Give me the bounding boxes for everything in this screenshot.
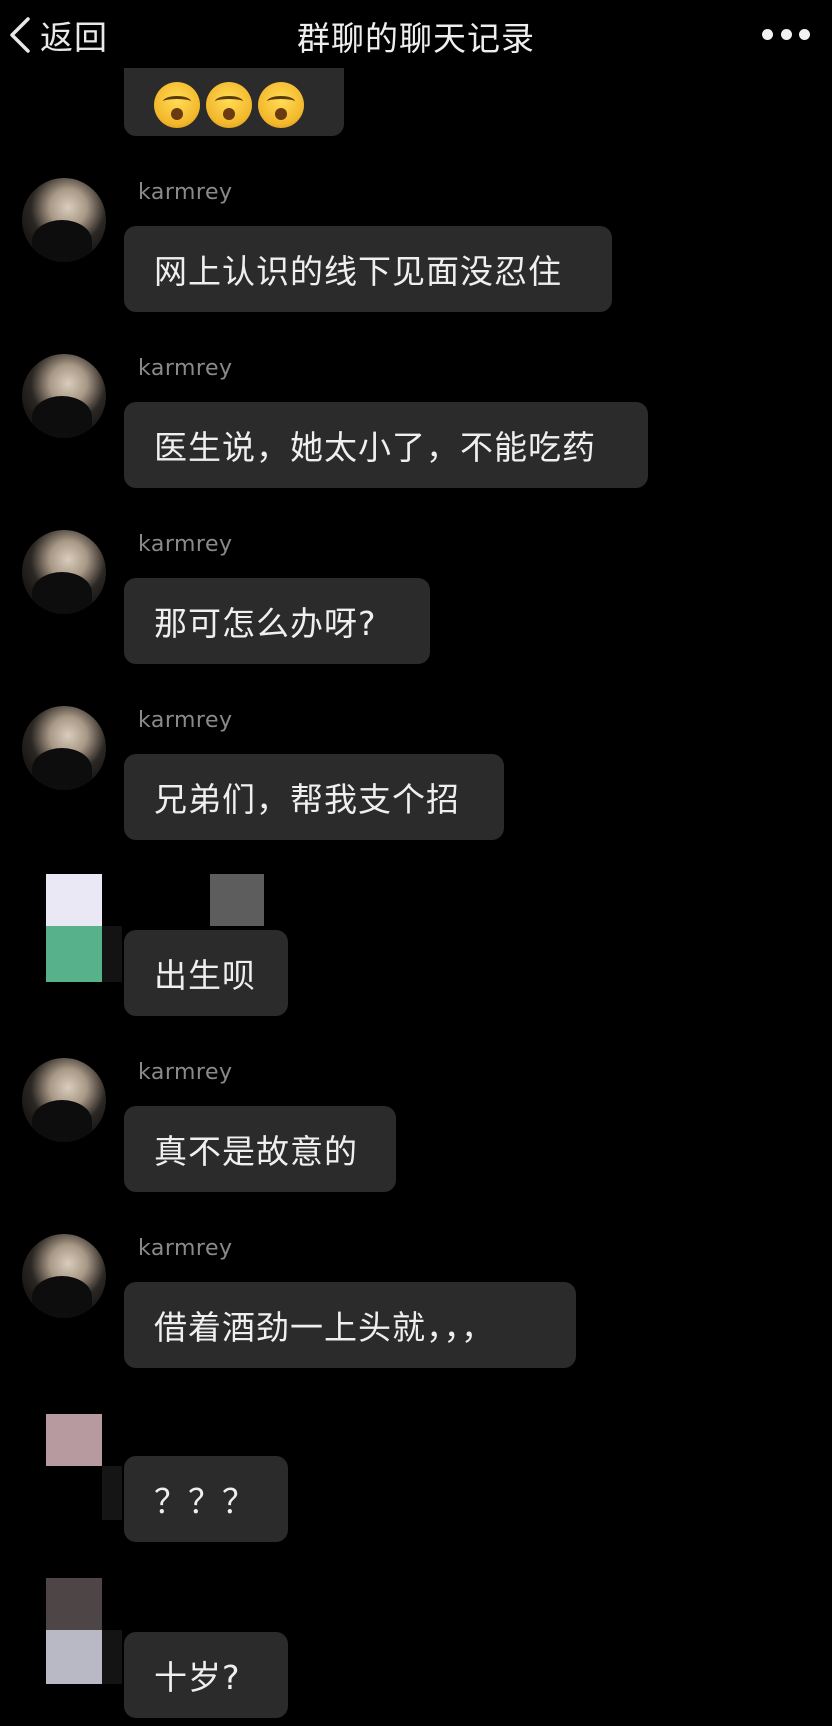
message-bubble[interactable]: ？？？ bbox=[124, 1456, 288, 1542]
pixelated-avatar bbox=[102, 926, 122, 982]
sender-name: karmrey bbox=[138, 1236, 233, 1261]
message-bubble-emoji[interactable] bbox=[124, 68, 344, 136]
message-bubble[interactable]: 网上认识的线下见面没忍住 bbox=[124, 226, 612, 312]
more-dot bbox=[799, 28, 810, 40]
pixelated-avatar bbox=[46, 1630, 102, 1684]
crying-face-icon bbox=[206, 82, 252, 128]
message-bubble[interactable]: 十岁? bbox=[124, 1632, 288, 1718]
sender-name: karmrey bbox=[138, 180, 233, 205]
message-bubble[interactable]: 医生说，她太小了，不能吃药 bbox=[124, 402, 648, 488]
pixelated-avatar[interactable] bbox=[46, 1414, 102, 1466]
avatar[interactable] bbox=[22, 354, 106, 438]
avatar[interactable] bbox=[22, 1234, 106, 1318]
message-bubble[interactable]: 借着酒劲一上头就，，， bbox=[124, 1282, 576, 1368]
more-dot bbox=[780, 28, 792, 40]
avatar[interactable] bbox=[22, 178, 106, 262]
message-bubble[interactable]: 兄弟们，帮我支个招 bbox=[124, 754, 504, 840]
pixelated-avatar bbox=[102, 1466, 122, 1520]
pixelated-avatar bbox=[102, 1630, 122, 1684]
more-button[interactable] bbox=[762, 20, 810, 48]
sender-name: karmrey bbox=[138, 708, 233, 733]
avatar[interactable] bbox=[22, 1058, 106, 1142]
avatar[interactable] bbox=[22, 706, 106, 790]
avatar[interactable] bbox=[22, 530, 106, 614]
sender-name: karmrey bbox=[138, 356, 233, 381]
sender-name: karmrey bbox=[138, 1060, 233, 1085]
emoji-row bbox=[154, 82, 304, 128]
message-bubble[interactable]: 出生呗 bbox=[124, 930, 288, 1016]
pixelated-avatar[interactable] bbox=[46, 874, 102, 926]
pixelated-sender-name bbox=[210, 874, 264, 926]
message-bubble[interactable]: 真不是故意的 bbox=[124, 1106, 396, 1192]
pixelated-avatar[interactable] bbox=[46, 1578, 102, 1630]
pixelated-avatar bbox=[46, 926, 102, 982]
crying-face-icon bbox=[258, 82, 304, 128]
top-bar: 返回 群聊的聊天记录 bbox=[0, 0, 832, 72]
crying-face-icon bbox=[154, 82, 200, 128]
page-title: 群聊的聊天记录 bbox=[297, 19, 535, 58]
more-dots-icon bbox=[762, 28, 773, 40]
sender-name: karmrey bbox=[138, 532, 233, 557]
message-bubble[interactable]: 那可怎么办呀? bbox=[124, 578, 430, 664]
